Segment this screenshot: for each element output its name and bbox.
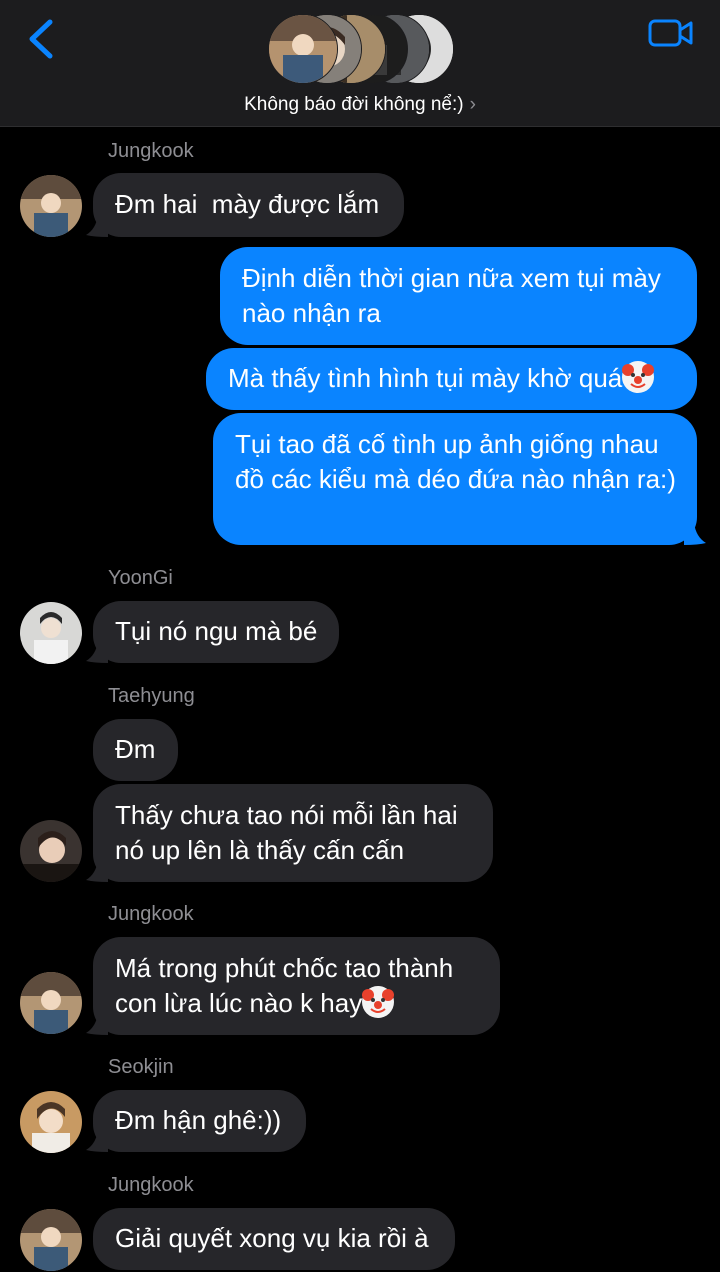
- message-bubble-incoming[interactable]: Đm hai mày được lắm: [93, 173, 404, 237]
- message-text: Đm hận ghê:)): [115, 1105, 282, 1135]
- bubble-tail: [86, 641, 108, 663]
- sender-name: Taehyung: [108, 685, 195, 707]
- message-bubble-incoming[interactable]: Giải quyết xong vụ kia rồi à: [93, 1208, 455, 1270]
- message-bubble-incoming[interactable]: Đm: [93, 719, 178, 781]
- sender-name: YoonGi: [108, 567, 173, 589]
- message-text: Định diễn thời gian nữa xem tụi mày nào …: [242, 263, 669, 328]
- bubble-tail: [86, 1130, 108, 1152]
- avatar-jungkook[interactable]: [20, 972, 82, 1034]
- message-bubble-incoming[interactable]: Thấy chưa tao nói mỗi lần hai nó up lên …: [93, 784, 493, 882]
- group-title[interactable]: Không báo đời không nể:) ›: [0, 94, 720, 116]
- clown-face-emoji-icon: [362, 986, 395, 1018]
- message-bubble-outgoing[interactable]: Tụi tao đã cố tình up ảnh giống nhau đồ …: [213, 413, 697, 545]
- message-text: Đm: [115, 734, 156, 764]
- chat-header: Không báo đời không nể:) ›: [0, 0, 720, 127]
- message-text: Má trong phút chốc tao thành con lừa lúc…: [115, 951, 482, 1021]
- message-bubble-incoming[interactable]: Má trong phút chốc tao thành con lừa lúc…: [93, 937, 500, 1035]
- message-text: Thấy chưa tao nói mỗi lần hai nó up lên …: [115, 800, 465, 865]
- clown-face-emoji-icon: [622, 361, 655, 393]
- group-title-text: Không báo đời không nể:): [244, 94, 464, 115]
- bubble-tail: [86, 1013, 108, 1035]
- sender-name: Seokjin: [108, 1056, 174, 1078]
- message-text-content: Mà thấy tình hình tụi mày khờ quá: [228, 363, 623, 393]
- message-text: Đm hai mày được lắm: [115, 189, 380, 219]
- sender-name: Jungkook: [108, 1174, 194, 1196]
- avatar-seokjin[interactable]: [20, 1091, 82, 1153]
- sender-name: Jungkook: [108, 140, 194, 162]
- avatar-taehyung[interactable]: [20, 820, 82, 882]
- bubble-tail: [684, 523, 706, 545]
- message-text: Tụi nó ngu mà bé: [115, 616, 318, 646]
- message-text: Giải quyết xong vụ kia rồi à: [115, 1223, 429, 1253]
- message-text-content: Má trong phút chốc tao thành con lừa lúc…: [115, 953, 461, 1018]
- message-bubble-incoming[interactable]: Tụi nó ngu mà bé: [93, 601, 339, 663]
- chevron-right-icon: ›: [469, 94, 476, 115]
- chevron-left-icon[interactable]: [22, 16, 62, 62]
- bubble-tail: [86, 860, 108, 882]
- avatar-yoongi[interactable]: [20, 602, 82, 664]
- avatar-jungkook[interactable]: [20, 175, 82, 237]
- group-member-avatar: [268, 14, 338, 84]
- video-camera-icon[interactable]: [648, 16, 694, 50]
- message-bubble-outgoing[interactable]: Định diễn thời gian nữa xem tụi mày nào …: [220, 247, 697, 345]
- message-bubble-incoming[interactable]: Đm hận ghê:)): [93, 1090, 306, 1152]
- message-text: Tụi tao đã cố tình up ảnh giống nhau đồ …: [235, 429, 676, 494]
- sender-name: Jungkook: [108, 903, 194, 925]
- avatar-jungkook[interactable]: [20, 1209, 82, 1271]
- message-bubble-outgoing[interactable]: Mà thấy tình hình tụi mày khờ quá: [206, 348, 697, 410]
- group-avatar-stack[interactable]: [268, 14, 458, 84]
- bubble-tail: [86, 215, 108, 237]
- message-text: Mà thấy tình hình tụi mày khờ quá: [228, 361, 679, 396]
